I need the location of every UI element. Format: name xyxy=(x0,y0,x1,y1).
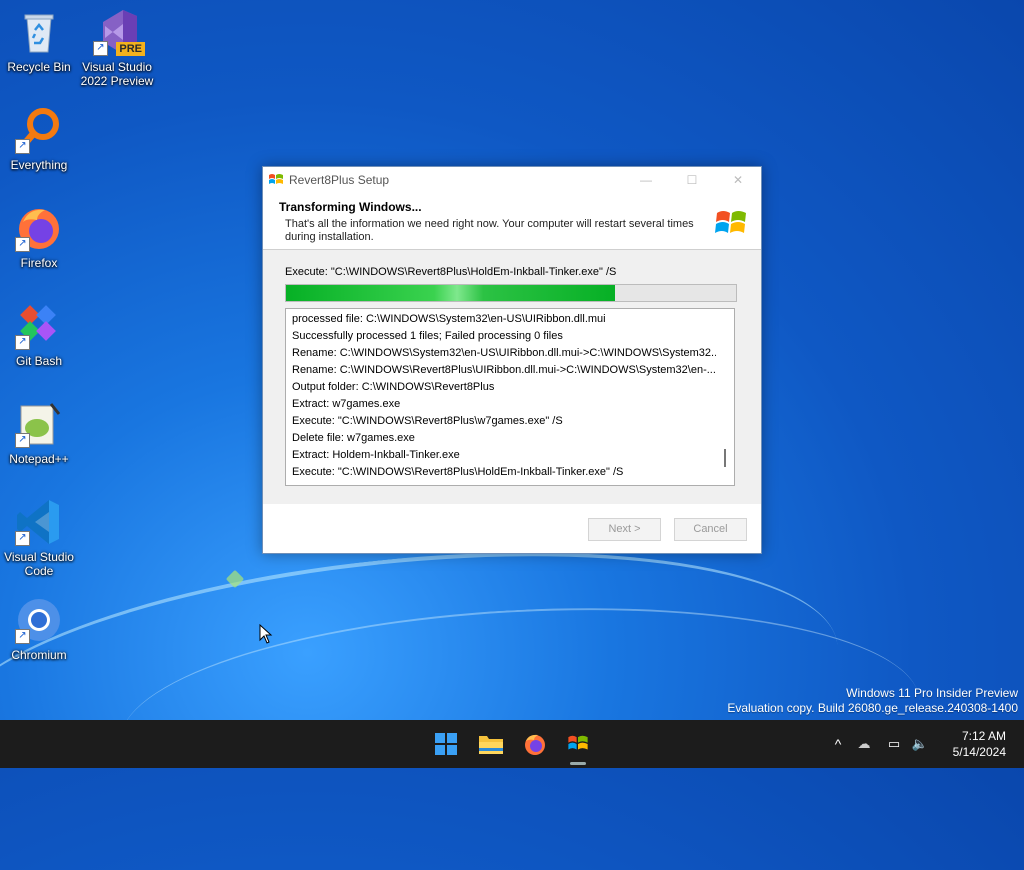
current-action-text: Execute: "C:\WINDOWS\Revert8Plus\HoldEm-… xyxy=(285,266,617,278)
minimize-button[interactable]: — xyxy=(623,167,669,193)
desktop-icon-everything[interactable]: ↗ Everything xyxy=(1,106,77,172)
install-log-listbox[interactable]: processed file: C:\WINDOWS\System32\en-U… xyxy=(285,308,735,486)
revert8plus-setup-icon xyxy=(568,735,588,750)
log-scrollbar[interactable] xyxy=(724,449,726,467)
desktop-icon-notepad-plus-plus[interactable]: ↗ Notepad++ xyxy=(1,400,77,466)
shortcut-arrow-icon: ↗ xyxy=(93,41,108,56)
log-line: Execute: "C:\WINDOWS\Revert8Plus\w7games… xyxy=(292,415,563,427)
header-title: Transforming Windows... xyxy=(279,200,422,214)
git-bash-icon: ↗ xyxy=(15,302,63,350)
active-app-indicator xyxy=(570,762,586,765)
desktop-icon-label: Chromium xyxy=(11,648,67,662)
desktop-icon-label: Everything xyxy=(10,158,68,172)
setup-dialog: Revert8Plus Setup — ☐ ✕ Transforming Win… xyxy=(262,166,762,554)
clock-date: 5/14/2024 xyxy=(952,745,1006,759)
preview-badge: PRE xyxy=(116,42,145,56)
log-line: Execute: "C:\WINDOWS\Revert8Plus\HoldEm-… xyxy=(292,466,624,478)
desktop-icon-label: Notepad++ xyxy=(9,452,69,466)
cloud-offline-icon[interactable]: ☁ xyxy=(848,736,880,752)
log-line: Delete file: w7games.exe xyxy=(292,432,415,444)
start-button[interactable] xyxy=(430,728,462,760)
dialog-body: Execute: "C:\WINDOWS\Revert8Plus\HoldEm-… xyxy=(263,250,761,504)
install-progress-bar xyxy=(285,284,737,302)
desktop-icon-label: Visual Studio Code xyxy=(4,550,74,578)
header-subtitle: That's all the information we need right… xyxy=(285,218,694,243)
taskbar-clock[interactable]: 7:12 AM 5/14/2024 xyxy=(953,728,1006,760)
taskbar-file-explorer[interactable] xyxy=(475,728,507,760)
desktop-icon-chromium[interactable]: ↗ Chromium xyxy=(1,596,77,662)
visual-studio-icon: PRE ↗ xyxy=(93,8,145,56)
windows-logo-icon xyxy=(268,172,284,188)
firefox-icon: ↗ xyxy=(15,204,63,252)
shortcut-arrow-icon: ↗ xyxy=(15,433,30,448)
dialog-titlebar[interactable]: Revert8Plus Setup — ☐ ✕ xyxy=(263,167,761,193)
cancel-button[interactable]: Cancel xyxy=(674,518,747,541)
shortcut-arrow-icon: ↗ xyxy=(15,335,30,350)
recycle-bin-icon xyxy=(15,8,63,56)
shortcut-arrow-icon: ↗ xyxy=(15,531,30,546)
next-button[interactable]: Next > xyxy=(588,518,661,541)
watermark-edition: Windows 11 Pro Insider Preview xyxy=(846,686,1018,700)
shortcut-arrow-icon: ↗ xyxy=(15,629,30,644)
windows-flag-logo-icon xyxy=(715,207,747,239)
dialog-footer: Next > Cancel xyxy=(263,504,761,552)
evaluation-watermark: Windows 11 Pro Insider Preview Evaluatio… xyxy=(727,686,1018,716)
file-explorer-icon xyxy=(479,736,503,754)
close-button[interactable]: ✕ xyxy=(715,167,761,193)
mouse-cursor-icon xyxy=(259,624,273,644)
desktop-icon-vscode[interactable]: ↗ Visual Studio Code xyxy=(1,498,77,578)
desktop-icon-visual-studio-2022[interactable]: PRE ↗ Visual Studio 2022 Preview xyxy=(79,8,155,88)
log-line: Output folder: C:\WINDOWS\Revert8Plus xyxy=(292,381,495,393)
system-tray: ^ ☁ ▭ 🔈 xyxy=(828,720,932,768)
shortcut-arrow-icon: ↗ xyxy=(15,139,30,154)
desktop-icon-label: Git Bash xyxy=(15,354,63,368)
log-line: Rename: C:\WINDOWS\System32\en-US\UIRibb… xyxy=(292,347,716,359)
desktop-icon-label: Firefox xyxy=(20,256,58,270)
show-hidden-icons-chevron-icon[interactable]: ^ xyxy=(828,736,848,752)
notepad-plus-plus-icon: ↗ xyxy=(15,400,63,448)
log-line: Extract: w7games.exe xyxy=(292,398,401,410)
taskbar-firefox[interactable] xyxy=(519,728,551,760)
desktop-icon-git-bash[interactable]: ↗ Git Bash xyxy=(1,302,77,368)
desktop-icon-label: Visual Studio 2022 Preview xyxy=(80,60,154,88)
network-icon[interactable]: ▭ xyxy=(880,736,908,752)
log-line: Successfully processed 1 files; Failed p… xyxy=(292,330,563,342)
log-line: Extract: Holdem-Inkball-Tinker.exe xyxy=(292,449,460,461)
vscode-icon: ↗ xyxy=(15,498,63,546)
maximize-button[interactable]: ☐ xyxy=(669,167,715,193)
chromium-icon: ↗ xyxy=(15,596,63,644)
start-icon xyxy=(435,733,457,755)
log-line: Rename: C:\WINDOWS\Revert8Plus\UIRibbon.… xyxy=(292,364,716,376)
taskbar-revert8plus-setup[interactable] xyxy=(562,728,594,765)
shortcut-arrow-icon: ↗ xyxy=(15,237,30,252)
progress-fill xyxy=(286,285,615,301)
dialog-title: Revert8Plus Setup xyxy=(289,173,390,187)
everything-search-icon: ↗ xyxy=(15,106,63,154)
desktop-icon-recycle-bin[interactable]: Recycle Bin xyxy=(1,8,77,74)
watermark-build: Evaluation copy. Build 26080.ge_release.… xyxy=(727,701,1018,715)
volume-muted-icon[interactable]: 🔈 xyxy=(908,736,932,752)
desktop-icon-firefox[interactable]: ↗ Firefox xyxy=(1,204,77,270)
taskbar: ^ ☁ ▭ 🔈 7:12 AM 5/14/2024 xyxy=(0,720,1024,768)
firefox-icon xyxy=(525,734,545,755)
clock-time: 7:12 AM xyxy=(961,729,1006,743)
log-line: processed file: C:\WINDOWS\System32\en-U… xyxy=(292,313,606,325)
desktop-icon-label: Recycle Bin xyxy=(7,60,71,74)
dialog-header: Transforming Windows... That's all the i… xyxy=(263,193,761,250)
